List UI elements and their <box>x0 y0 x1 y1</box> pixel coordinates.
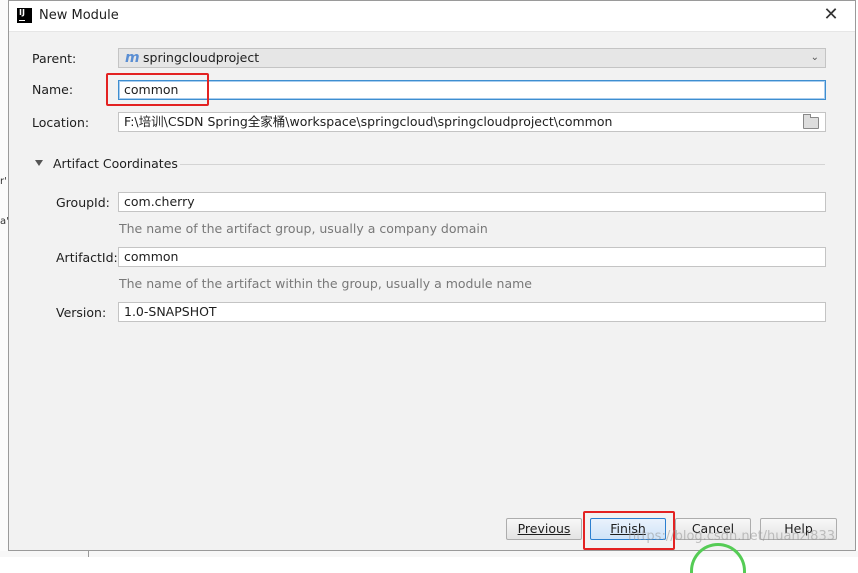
background-window-edge: r' a' <box>0 0 9 557</box>
artifactid-input[interactable]: common <box>118 247 826 267</box>
new-module-dialog: IJ New Module ✕ Parent: m springcloudpro… <box>8 0 856 551</box>
artifactid-label: ArtifactId: <box>56 250 118 265</box>
parent-select[interactable]: m springcloudproject ⌄ <box>118 48 826 68</box>
artifactid-hint: The name of the artifact within the grou… <box>119 276 532 291</box>
intellij-icon: IJ <box>17 8 32 23</box>
close-icon[interactable]: ✕ <box>821 5 841 25</box>
folder-icon[interactable] <box>803 114 819 129</box>
name-label: Name: <box>32 82 74 97</box>
collapse-triangle-icon[interactable] <box>35 160 43 166</box>
version-input[interactable]: 1.0-SNAPSHOT <box>118 302 826 322</box>
maven-icon: m <box>125 50 140 66</box>
title-bar[interactable]: IJ New Module ✕ <box>9 1 855 32</box>
location-input[interactable]: F:\培训\CSDN Spring全家桶\workspace\springclo… <box>118 112 826 132</box>
chevron-down-icon: ⌄ <box>810 52 819 63</box>
previous-button[interactable]: Previous <box>506 518 582 540</box>
version-label: Version: <box>56 305 107 320</box>
location-value: F:\培训\CSDN Spring全家桶\workspace\springclo… <box>124 114 613 129</box>
location-label: Location: <box>32 115 90 130</box>
section-title: Artifact Coordinates <box>53 156 178 171</box>
name-input[interactable]: common <box>118 80 826 100</box>
background-text: r' <box>0 176 7 187</box>
parent-label: Parent: <box>32 51 77 66</box>
groupid-hint: The name of the artifact group, usually … <box>119 221 488 236</box>
artifact-coordinates-section[interactable]: Artifact Coordinates <box>35 156 825 172</box>
section-divider <box>180 164 825 165</box>
name-highlight-box <box>106 73 209 106</box>
watermark-text: https://blog.csdn.net/huanzi833 <box>628 529 835 544</box>
parent-value: springcloudproject <box>143 50 260 65</box>
groupid-input[interactable]: com.cherry <box>118 192 826 212</box>
background-divider <box>88 551 89 557</box>
window-title: New Module <box>39 8 119 23</box>
groupid-label: GroupId: <box>56 195 110 210</box>
